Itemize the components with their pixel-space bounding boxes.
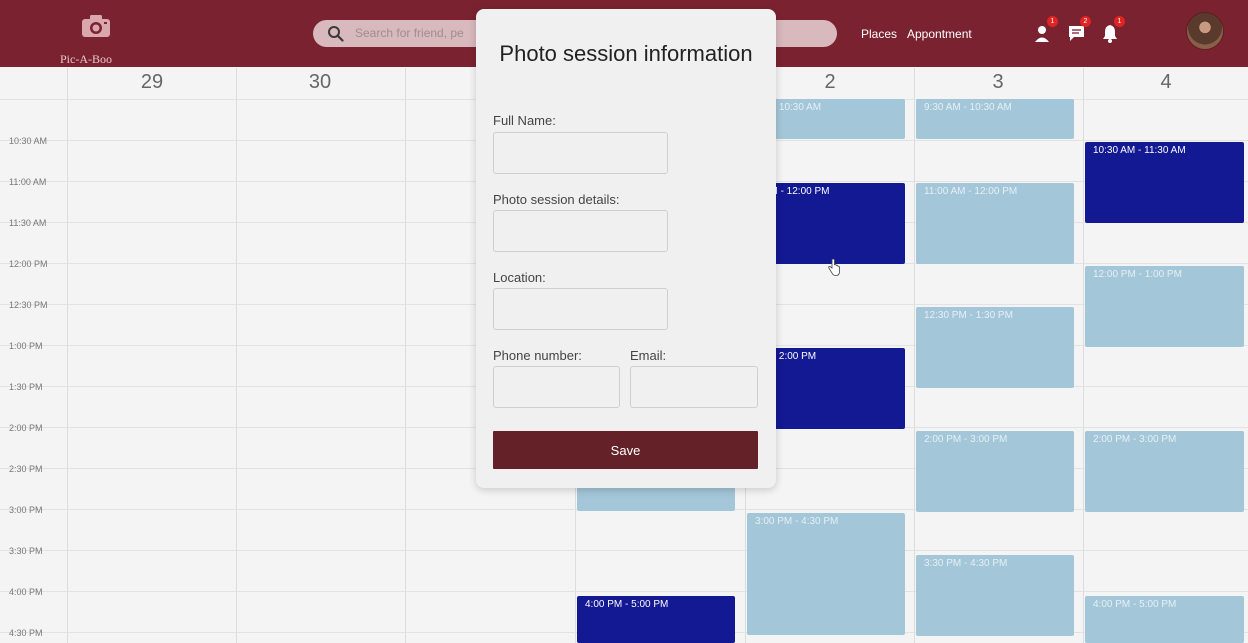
friends-badge: 1	[1047, 16, 1058, 27]
phone-input[interactable]	[493, 366, 620, 408]
save-button[interactable]: Save	[493, 431, 758, 469]
nav-places-link[interactable]: Places	[861, 27, 897, 41]
full-name-input[interactable]	[493, 132, 668, 174]
grid-column-line	[236, 68, 237, 643]
messages-button[interactable]: 2	[1066, 16, 1091, 44]
camera-icon	[82, 15, 110, 37]
day-header-29: 29	[140, 71, 164, 93]
email-input[interactable]	[630, 366, 758, 408]
notifications-button[interactable]: 1	[1100, 16, 1125, 44]
event-block[interactable]: 3:30 PM - 4:30 PM	[916, 555, 1074, 636]
dialog-title: Photo session information	[499, 41, 753, 66]
time-label: 11:30 AM	[9, 218, 47, 228]
app-logo[interactable]: Pic-A-Boo	[60, 10, 130, 66]
time-label: 2:00 PM	[9, 423, 43, 433]
day-header-4: 4	[1160, 71, 1172, 93]
nav-appointment-link[interactable]: Appontment	[907, 27, 972, 41]
time-label: 4:30 PM	[9, 628, 43, 638]
grid-column-line	[914, 68, 915, 643]
event-block[interactable]: 4:00 PM - 5:00 PM	[577, 596, 735, 643]
event-block[interactable]: 10:30 AM - 11:30 AM	[1085, 142, 1244, 223]
grid-column-line	[67, 68, 68, 643]
email-label: Email:	[630, 348, 667, 363]
event-block[interactable]: 4:00 PM - 5:00 PM	[1085, 596, 1244, 643]
time-label: 1:00 PM	[9, 341, 43, 351]
time-label: 3:30 PM	[9, 546, 43, 556]
logo-text: Pic-A-Boo	[60, 52, 112, 66]
search-icon	[328, 26, 344, 42]
photo-session-dialog: Photo session information Full Name: Pho…	[476, 9, 776, 488]
day-header-30: 30	[308, 71, 332, 93]
time-label: 4:00 PM	[9, 587, 43, 597]
event-block[interactable]: 2:00 PM - 3:00 PM	[1085, 431, 1244, 512]
time-label: 2:30 PM	[9, 464, 43, 474]
event-block[interactable]: 9:30 AM - 10:30 AM	[916, 99, 1074, 139]
event-block[interactable]: 2:00 PM - 3:00 PM	[916, 431, 1074, 512]
day-header-3: 3	[992, 71, 1004, 93]
time-label: 12:00 PM	[9, 259, 48, 269]
event-block[interactable]: 11:00 AM - 12:00 PM	[916, 183, 1074, 264]
friends-button[interactable]: 1	[1033, 16, 1058, 44]
time-label: 3:00 PM	[9, 505, 43, 515]
event-block[interactable]: 12:30 PM - 1:30 PM	[916, 307, 1074, 388]
grid-row-line	[0, 550, 1248, 551]
grid-column-line	[405, 68, 406, 643]
location-input[interactable]	[493, 288, 668, 330]
phone-label: Phone number:	[493, 348, 582, 363]
time-label: 10:30 AM	[9, 136, 48, 146]
notifications-badge: 1	[1114, 16, 1125, 27]
hand-cursor-icon	[828, 259, 840, 276]
details-label: Photo session details:	[493, 192, 620, 207]
time-label: 11:00 AM	[9, 177, 47, 187]
location-label: Location:	[493, 270, 546, 285]
full-name-label: Full Name:	[493, 113, 556, 128]
grid-column-line	[1083, 68, 1084, 643]
details-input[interactable]	[493, 210, 668, 252]
time-label: 12:30 PM	[9, 300, 48, 310]
time-label: 1:30 PM	[9, 382, 43, 392]
event-block[interactable]: 3:00 PM - 4:30 PM	[747, 513, 905, 635]
search-placeholder: Search for friend, pe	[355, 26, 464, 40]
messages-badge: 2	[1080, 16, 1091, 27]
event-block[interactable]: 12:00 PM - 1:00 PM	[1085, 266, 1244, 347]
user-avatar[interactable]	[1186, 12, 1224, 50]
